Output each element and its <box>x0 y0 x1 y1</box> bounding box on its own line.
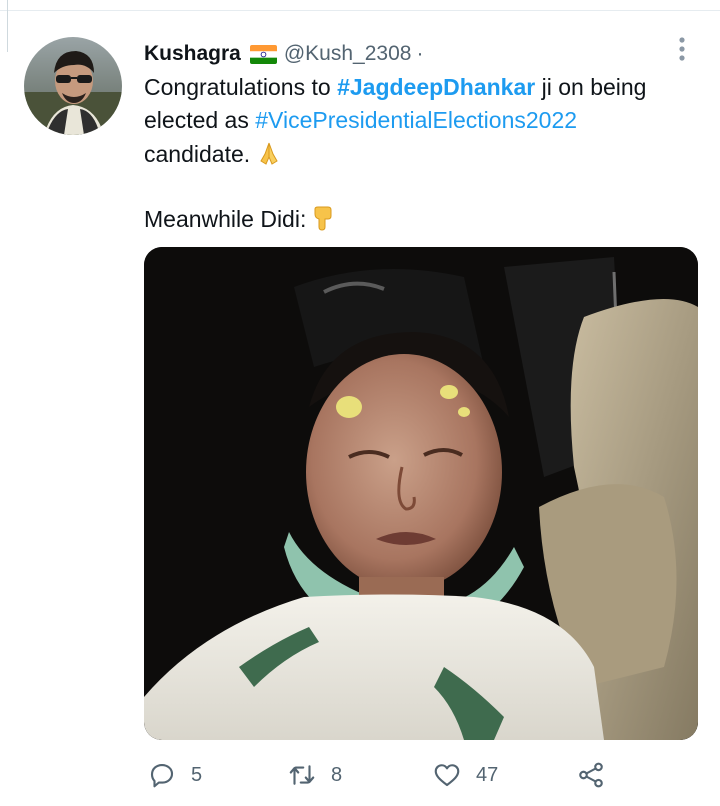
more-vertical-icon[interactable] <box>672 36 692 62</box>
like-button[interactable]: 47 <box>432 760 498 790</box>
hashtag-link[interactable]: #JagdeepDhankar <box>337 74 535 100</box>
thread-line <box>7 0 8 52</box>
retweet-icon <box>289 765 315 785</box>
header-separator: · <box>416 42 424 65</box>
text-fragment: candidate. <box>144 141 251 167</box>
reply-button[interactable]: 5 <box>147 760 202 790</box>
hashtag-link[interactable]: #VicePresidentialElections2022 <box>255 107 577 133</box>
avatar[interactable] <box>24 37 122 135</box>
heart-icon <box>434 764 460 787</box>
tweet-action-bar: 5 8 47 <box>0 760 720 796</box>
share-button[interactable] <box>576 760 606 790</box>
reply-count: 5 <box>191 763 203 786</box>
user-handle[interactable]: @Kush_2308 <box>284 41 412 67</box>
share-icon <box>579 762 603 788</box>
india-flag-icon <box>249 44 277 64</box>
tweet-text-line-1: Congratulations to #JagdeepDhankar ji on… <box>144 71 646 104</box>
tweet-text-line-5: Meanwhile Didi: <box>144 203 335 236</box>
text-fragment: elected as <box>144 107 256 133</box>
top-divider <box>0 10 720 11</box>
tweet-header: Kushagra @Kush_2308 · <box>144 41 423 67</box>
tweet-media-image[interactable] <box>144 247 698 740</box>
text-fragment: Congratulations to <box>144 74 338 100</box>
text-fragment: Meanwhile Didi: <box>144 206 307 232</box>
text-fragment: ji on being <box>535 74 647 100</box>
tweet-text-line-3: candidate. <box>144 138 282 171</box>
reply-icon <box>150 763 174 788</box>
pointing-down-emoji <box>309 205 335 231</box>
retweet-button[interactable]: 8 <box>287 760 342 790</box>
retweet-count: 8 <box>331 763 343 786</box>
tweet-text-line-2: elected as #VicePresidentialElections202… <box>144 104 577 137</box>
folded-hands-emoji <box>256 140 282 166</box>
display-name[interactable]: Kushagra <box>144 41 241 67</box>
like-count: 47 <box>476 763 499 786</box>
